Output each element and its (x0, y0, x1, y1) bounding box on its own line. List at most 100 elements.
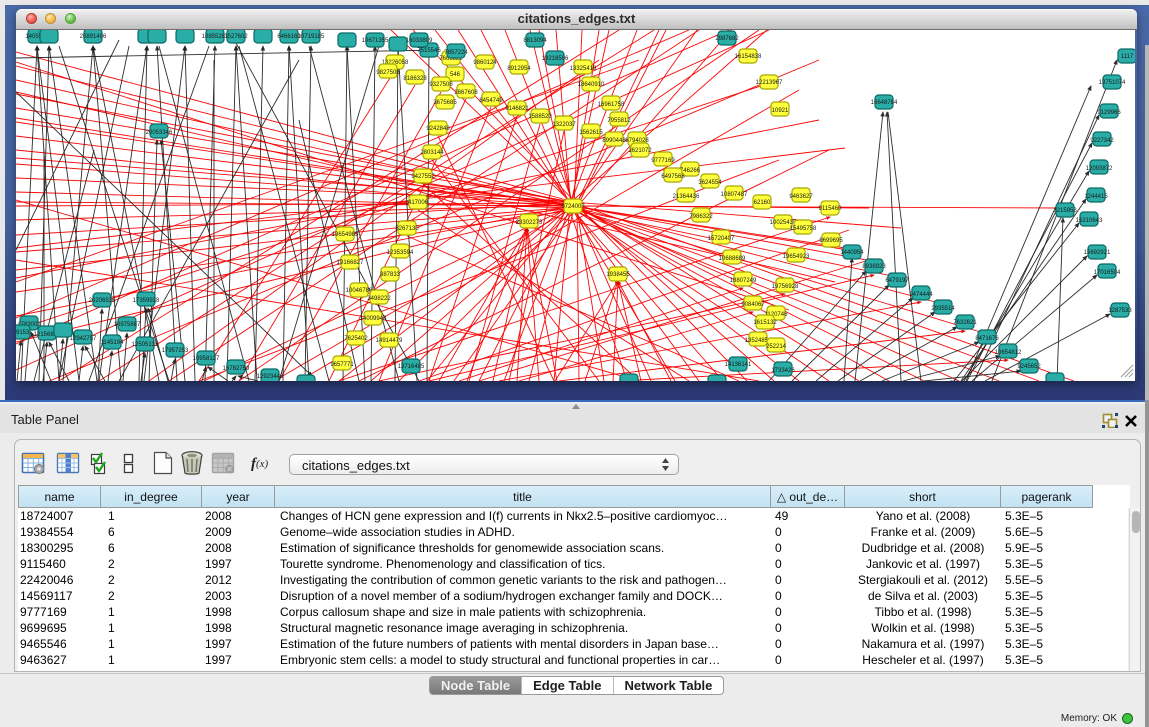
svg-text:1733426: 1733426 (771, 368, 795, 374)
svg-text:1527602: 1527602 (224, 34, 248, 40)
svg-text:17957253: 17957253 (162, 348, 189, 354)
svg-text:1615132: 1615132 (753, 320, 777, 326)
svg-text:9146821: 9146821 (505, 106, 529, 112)
svg-text:19218506: 19218506 (542, 56, 569, 62)
svg-text:9084067: 9084067 (741, 302, 765, 308)
svg-text:13716485: 13716485 (398, 364, 425, 370)
svg-text:16154838: 16154838 (735, 54, 762, 60)
svg-text:9115460: 9115460 (819, 206, 843, 212)
svg-text:19654923: 19654923 (783, 254, 810, 260)
svg-text:9657771: 9657771 (330, 362, 354, 368)
svg-text:13325419: 13325419 (570, 66, 597, 72)
svg-text:2867608: 2867608 (454, 90, 478, 96)
svg-text:8912954: 8912954 (507, 66, 531, 72)
svg-text:2935514: 2935514 (931, 306, 955, 312)
svg-text:9724007: 9724007 (561, 204, 585, 210)
svg-text:16033809: 16033809 (406, 38, 433, 44)
svg-text:14914479: 14914479 (376, 338, 403, 344)
svg-text:15495758: 15495758 (790, 226, 817, 232)
svg-text:8990448: 8990448 (602, 138, 626, 144)
svg-text:1117: 1117 (1121, 54, 1134, 60)
svg-text:887833: 887833 (380, 272, 401, 278)
svg-text:9327508: 9327508 (429, 82, 453, 88)
svg-text:9860124: 9860124 (473, 60, 497, 66)
svg-text:2987682: 2987682 (715, 36, 739, 42)
svg-text:12923446: 12923446 (257, 374, 284, 380)
svg-text:2803144: 2803144 (420, 150, 444, 156)
svg-text:17016504: 17016504 (1094, 270, 1121, 276)
svg-text:1621072: 1621072 (628, 148, 652, 154)
svg-text:16961758: 16961758 (598, 102, 625, 108)
svg-text:8938923: 8938923 (862, 264, 886, 270)
svg-text:7955812: 7955812 (607, 118, 631, 124)
svg-text:10688689: 10688689 (719, 256, 746, 262)
svg-text:7515546: 7515546 (417, 48, 441, 54)
svg-text:1562615: 1562615 (579, 130, 603, 136)
svg-text:20053346: 20053346 (146, 130, 173, 136)
svg-text:(x): (x) (256, 458, 269, 470)
svg-text:7625402: 7625402 (344, 336, 368, 342)
svg-text:9827508: 9827508 (376, 70, 400, 76)
svg-text:16648784: 16648784 (871, 100, 898, 106)
svg-text:62160: 62160 (754, 200, 771, 206)
svg-text:16210643: 16210643 (1076, 218, 1103, 224)
svg-text:19756928: 19756928 (772, 284, 799, 290)
svg-text:1588520: 1588520 (528, 114, 552, 120)
svg-text:7986322: 7986322 (689, 214, 713, 220)
svg-text:10671355: 10671355 (362, 38, 389, 44)
svg-text:19166827: 19166827 (337, 260, 364, 266)
svg-text:39153: 39153 (16, 330, 30, 336)
svg-text:16782759: 16782759 (223, 366, 250, 372)
svg-text:8813094: 8813094 (523, 38, 547, 44)
svg-text:15692921: 15692921 (1084, 250, 1111, 256)
svg-text:9474444: 9474444 (909, 292, 933, 298)
svg-text:20206536: 20206536 (89, 298, 116, 304)
svg-text:1244415: 1244415 (1084, 194, 1108, 200)
svg-text:18640910: 18640910 (578, 82, 605, 88)
svg-text:9699695: 9699695 (819, 238, 843, 244)
svg-text:6497568: 6497568 (661, 174, 685, 180)
svg-text:14136141: 14136141 (725, 362, 752, 368)
svg-text:12213967: 12213967 (756, 80, 783, 86)
svg-text:3675685: 3675685 (433, 100, 457, 106)
svg-text:8471676: 8471676 (975, 336, 999, 342)
svg-text:10046788: 10046788 (346, 288, 373, 294)
svg-text:9427552: 9427552 (411, 174, 435, 180)
svg-text:417006: 417006 (408, 200, 429, 206)
svg-text:6479197: 6479197 (885, 278, 909, 284)
svg-text:21364436: 21364436 (673, 194, 700, 200)
svg-text:1145194: 1145194 (101, 340, 125, 346)
svg-text:12942757: 12942757 (70, 336, 97, 342)
svg-text:12505135: 12505135 (132, 342, 159, 348)
svg-text:7632621: 7632621 (953, 320, 977, 326)
svg-text:18807249: 18807249 (730, 278, 757, 284)
svg-text:12093872: 12093872 (1086, 166, 1113, 172)
svg-text:8186328: 8186328 (403, 76, 427, 82)
svg-text:20891406: 20891406 (80, 34, 107, 40)
svg-text:546: 546 (450, 72, 461, 78)
svg-text:10975887: 10975887 (114, 322, 141, 328)
svg-text:252214: 252214 (766, 344, 787, 350)
svg-text:8454749: 8454749 (479, 98, 503, 104)
svg-text:10921: 10921 (772, 108, 789, 114)
svg-text:3498222: 3498222 (367, 296, 391, 302)
svg-text:14009948: 14009948 (360, 316, 387, 322)
svg-text:1287533: 1287533 (1108, 308, 1132, 314)
svg-text:13751074: 13751074 (1099, 80, 1126, 86)
svg-text:1322037: 1322037 (552, 122, 576, 128)
svg-text:17359928: 17359928 (133, 298, 160, 304)
svg-text:19654985: 19654985 (332, 232, 359, 238)
svg-text:9227342: 9227342 (1090, 138, 1114, 144)
svg-text:9463627: 9463627 (789, 194, 813, 200)
svg-text:1440954: 1440954 (840, 250, 864, 256)
svg-text:15720407: 15720407 (708, 236, 735, 242)
svg-text:10654812: 10654812 (995, 350, 1022, 356)
svg-text:1938455: 1938455 (606, 272, 630, 278)
svg-text:9129966: 9129966 (1097, 110, 1121, 116)
svg-text:10719185: 10719185 (298, 34, 325, 40)
svg-text:12353594: 12353594 (387, 250, 414, 256)
svg-text:3215958: 3215958 (1053, 208, 1077, 214)
svg-text:8267130: 8267130 (395, 226, 419, 232)
svg-text:7857224: 7857224 (444, 50, 468, 56)
svg-text:9245652: 9245652 (1017, 364, 1041, 370)
